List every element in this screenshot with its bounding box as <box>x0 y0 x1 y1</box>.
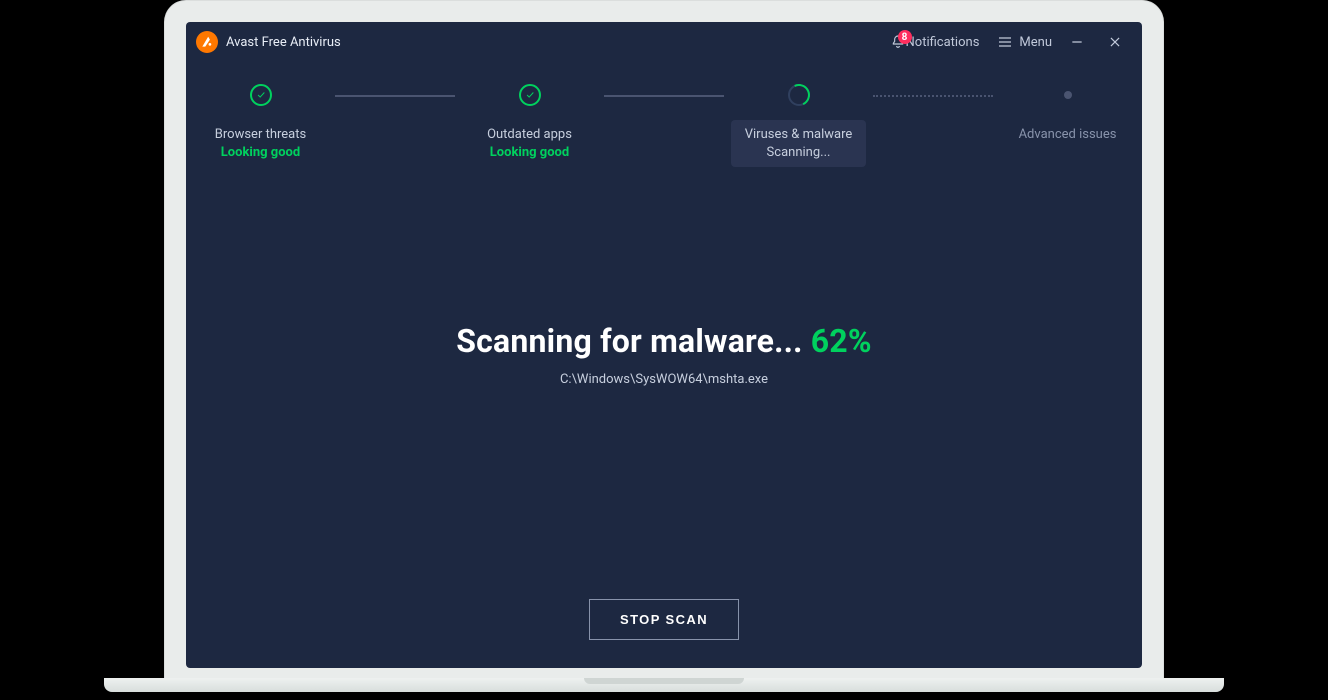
progress-circle-icon <box>788 84 810 106</box>
menu-button[interactable]: Menu <box>997 34 1052 50</box>
check-circle-icon <box>519 84 541 106</box>
step-label: Advanced issues <box>1019 126 1117 144</box>
notifications-label: Notifications <box>906 35 980 50</box>
minimize-button[interactable] <box>1064 29 1090 55</box>
app-title: Avast Free Antivirus <box>226 35 341 50</box>
scan-steps: Browser threats Looking good Outdated ap… <box>186 84 1142 167</box>
step-status: Scanning... <box>745 144 853 162</box>
stop-scan-button[interactable]: STOP SCAN <box>589 599 739 640</box>
app-window: Avast Free Antivirus 8 Notifications Men… <box>186 22 1142 668</box>
minimize-icon <box>1070 35 1084 49</box>
close-button[interactable] <box>1102 29 1128 55</box>
step-advanced-issues: Advanced issues <box>993 84 1142 150</box>
step-browser-threats: Browser threats Looking good <box>186 84 335 167</box>
pending-dot-icon <box>1064 91 1072 99</box>
laptop-base <box>104 678 1224 692</box>
scan-headline: Scanning for malware... 62% <box>186 322 1142 360</box>
step-label: Outdated apps <box>487 126 572 144</box>
scan-percent: 62% <box>811 322 872 360</box>
step-label: Browser threats <box>215 126 306 144</box>
notifications-button[interactable]: 8 Notifications <box>890 34 980 50</box>
scan-headline-text: Scanning for malware... <box>456 322 810 360</box>
scan-status: Scanning for malware... 62% C:\Windows\S… <box>186 322 1142 387</box>
close-icon <box>1108 35 1122 49</box>
avast-logo-icon <box>196 31 218 53</box>
notifications-badge: 8 <box>898 30 912 44</box>
laptop-bezel: Avast Free Antivirus 8 Notifications Men… <box>164 0 1164 680</box>
check-circle-icon <box>250 84 272 106</box>
step-label: Viruses & malware <box>745 126 853 144</box>
step-status: Looking good <box>487 144 572 162</box>
menu-label: Menu <box>1019 35 1052 50</box>
step-status: Looking good <box>215 144 306 162</box>
step-connector <box>873 95 993 97</box>
laptop-mockup: Avast Free Antivirus 8 Notifications Men… <box>164 0 1164 700</box>
step-connector <box>335 95 455 97</box>
step-connector <box>604 95 724 97</box>
title-bar: Avast Free Antivirus 8 Notifications Men… <box>186 22 1142 62</box>
step-outdated-apps: Outdated apps Looking good <box>455 84 604 167</box>
scan-current-path: C:\Windows\SysWOW64\mshta.exe <box>186 372 1142 387</box>
step-viruses-malware: Viruses & malware Scanning... <box>724 84 873 167</box>
hamburger-icon <box>997 34 1013 50</box>
